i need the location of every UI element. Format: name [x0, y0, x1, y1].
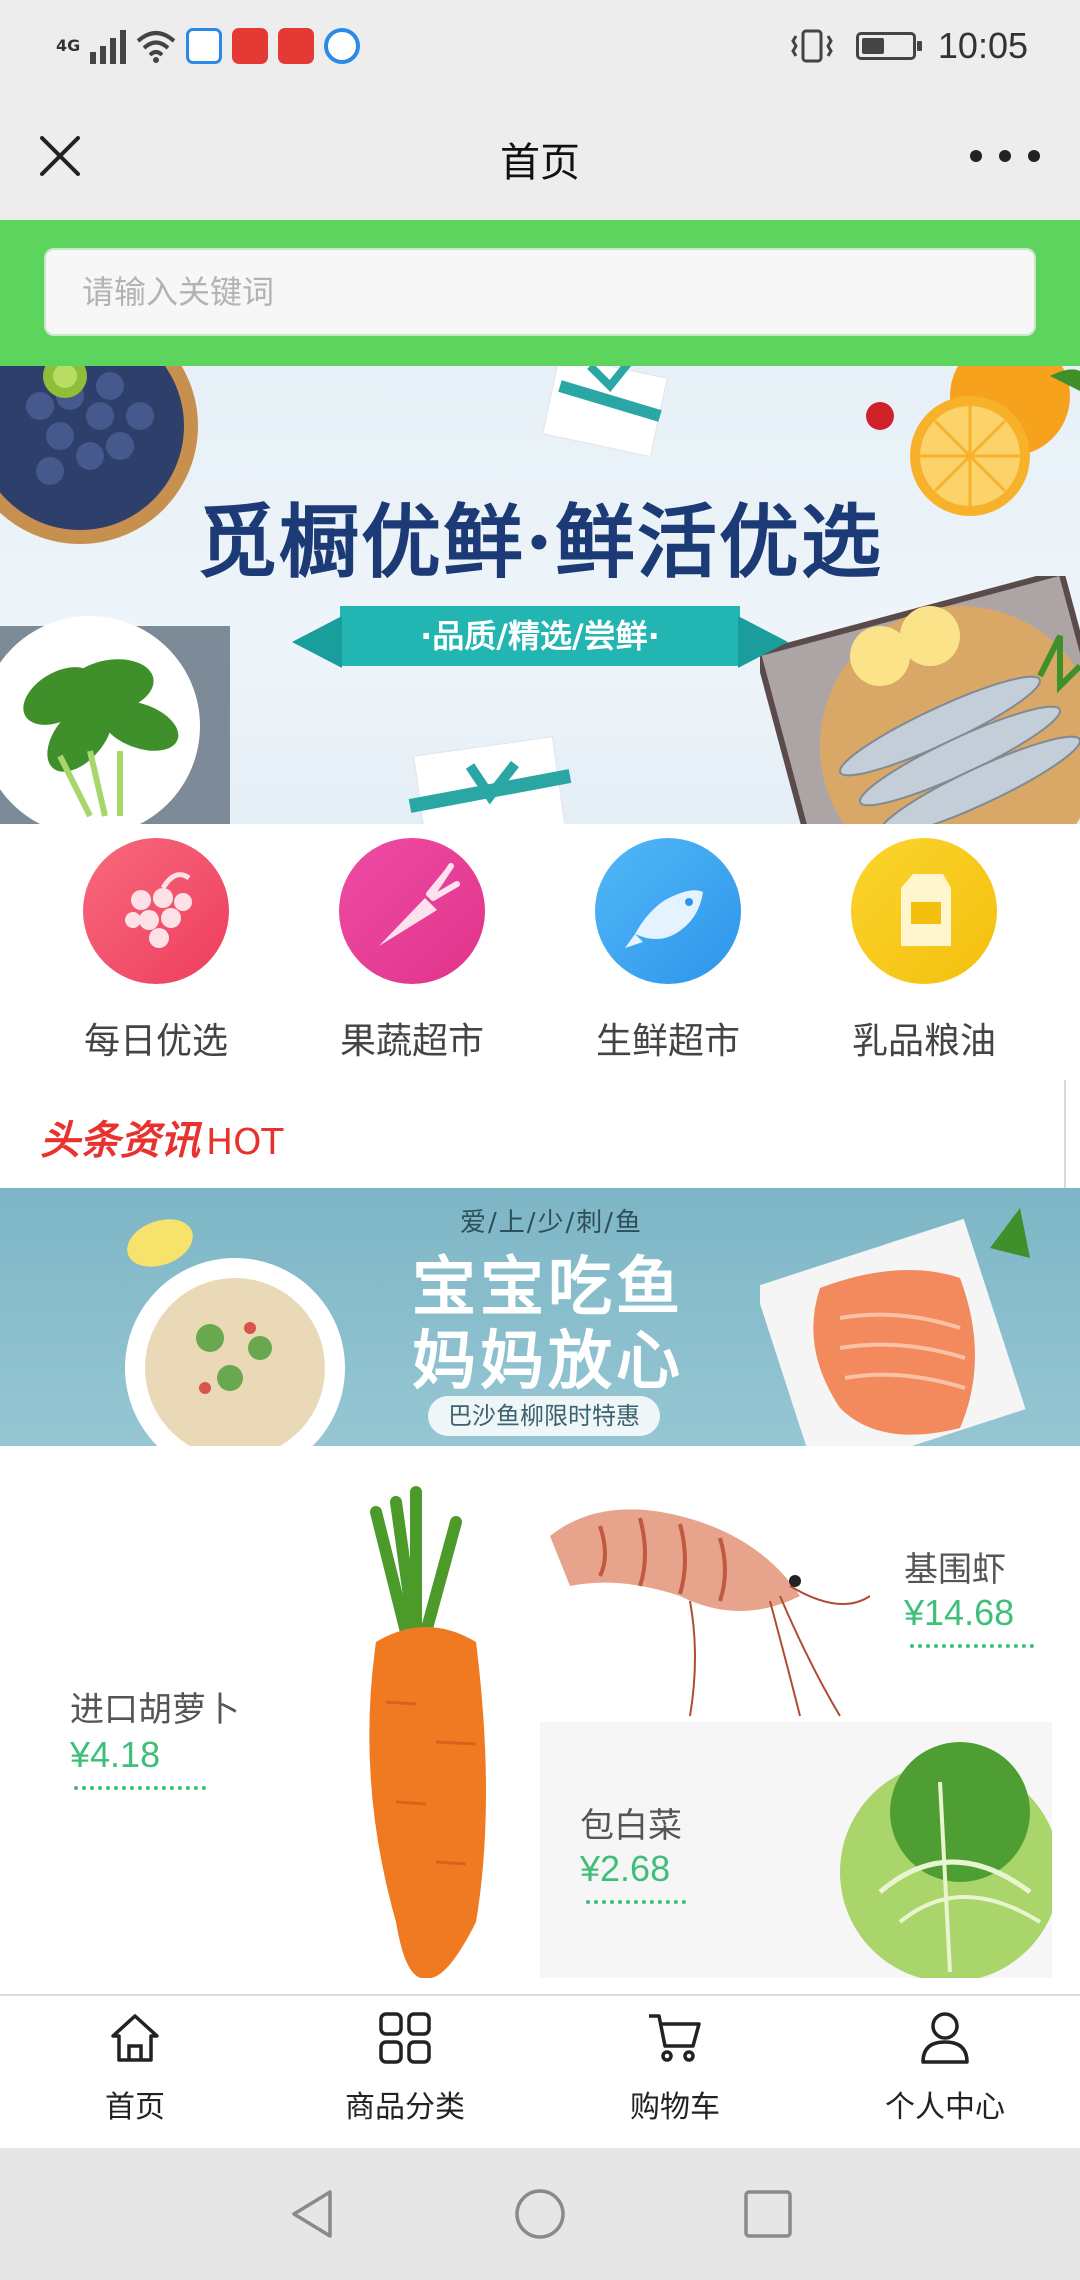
- gift-box-image: [542, 366, 668, 456]
- salmon-fillet-image: [760, 1208, 1030, 1446]
- headline-divider: [1064, 1080, 1066, 1188]
- product-name: 包白菜: [580, 1806, 682, 1846]
- tab-label: 首页: [105, 2090, 165, 2125]
- product-name: 进口胡萝卜: [70, 1690, 240, 1730]
- home-icon: [111, 2014, 159, 2062]
- tab-profile[interactable]: 个人中心: [810, 2010, 1080, 2126]
- grapes-icon: [83, 838, 229, 984]
- category-item-produce[interactable]: 果蔬超市: [302, 838, 522, 1064]
- hero-ribbon: ·品质/精选/尝鲜·: [292, 606, 788, 668]
- hero-title: 觅橱优鲜·鲜活优选: [197, 495, 883, 589]
- product-name: 基围虾: [904, 1550, 1006, 1590]
- tab-label: 商品分类: [345, 2090, 465, 2125]
- tab-label: 个人中心: [885, 2090, 1005, 2125]
- page-title: 首页: [500, 140, 580, 186]
- shrimp-image: [550, 1509, 870, 1717]
- carrot-image: [369, 1486, 486, 1978]
- cabbage-image: [840, 1742, 1052, 1978]
- gift-box-image-2: [408, 736, 572, 824]
- milk-carton-icon: [851, 838, 997, 984]
- system-navigation-bar: [0, 2148, 1080, 2280]
- book-app-icon: [278, 28, 315, 64]
- search-band: 请输入关键词: [0, 220, 1080, 366]
- tab-home[interactable]: 首页: [0, 2010, 270, 2126]
- price-dots: [74, 1786, 206, 1792]
- clock: 10:05: [937, 25, 1028, 66]
- category-label: 乳品粮油: [851, 1021, 996, 1062]
- battery-icon: [855, 32, 922, 60]
- vibrate-icon: [791, 29, 833, 63]
- product-card-carrot[interactable]: 进口胡萝卜 ¥4.18: [26, 1482, 538, 1978]
- battery-level: [861, 38, 884, 54]
- browser-app-icon: [324, 28, 361, 64]
- bottom-tab-bar: 首页 商品分类 购物车 个人中心: [0, 1994, 1080, 2148]
- spinach-plate-image: [0, 616, 230, 824]
- price-dots: [910, 1644, 1034, 1650]
- status-left: 4G: [56, 22, 361, 70]
- fish-promo-banner[interactable]: 爱/上/少/刺/鱼 宝宝吃鱼 妈妈放心 巴沙鱼柳限时特惠: [0, 1188, 1080, 1446]
- headline-logo: 头条资讯 HOT: [40, 1108, 283, 1166]
- fish-banner-tag: 巴沙鱼柳限时特惠: [428, 1396, 660, 1436]
- nav-bar: 首页: [0, 92, 1080, 220]
- category-label: 果蔬超市: [339, 1021, 484, 1062]
- hero-banner[interactable]: 觅橱优鲜·鲜活优选 ·品质/精选/尝鲜·: [0, 366, 1080, 824]
- category-label: 生鲜超市: [595, 1021, 740, 1062]
- fish-platter-image: [760, 576, 1080, 824]
- product-showcase: 进口胡萝卜 ¥4.18 基围虾 ¥14.68 包白菜 ¥2.68: [0, 1446, 1080, 1994]
- network-type: 4G: [56, 36, 81, 55]
- status-bar: 4G 10:05: [0, 0, 1080, 92]
- product-price: ¥4.18: [70, 1734, 161, 1775]
- wifi-icon: [136, 31, 176, 63]
- chat-app-icon: [186, 28, 223, 64]
- headline-section[interactable]: 头条资讯 HOT: [0, 1080, 1080, 1188]
- more-options-icon[interactable]: [970, 136, 1040, 176]
- home-circle-icon[interactable]: [512, 2186, 568, 2242]
- category-label: 每日优选: [83, 1021, 228, 1062]
- price-dots: [586, 1900, 686, 1906]
- fish-banner-line2: 妈妈放心: [412, 1325, 684, 1399]
- product-card-shrimp[interactable]: 基围虾 ¥14.68: [540, 1476, 1052, 1720]
- category-item-seafood[interactable]: 生鲜超市: [558, 838, 778, 1064]
- tab-label: 购物车: [630, 2090, 720, 2125]
- grid-icon: [379, 2012, 431, 2064]
- huawei-app-icon: [232, 28, 269, 64]
- hot-badge: HOT: [206, 1122, 284, 1163]
- headline-title: 头条资讯: [40, 1118, 200, 1164]
- category-item-daily[interactable]: 每日优选: [46, 838, 266, 1064]
- carrot-icon: [339, 838, 485, 984]
- search-input[interactable]: 请输入关键词: [44, 248, 1036, 336]
- fish-banner-subtitle: 爱/上/少/刺/鱼: [460, 1208, 644, 1238]
- tab-categories[interactable]: 商品分类: [270, 2010, 540, 2126]
- category-item-dairy[interactable]: 乳品粮油: [814, 838, 1034, 1064]
- status-right: 10:05: [790, 22, 1028, 70]
- product-price: ¥14.68: [904, 1592, 1015, 1633]
- product-price: ¥2.68: [580, 1848, 671, 1889]
- category-grid: 每日优选 果蔬超市 生鲜超市 乳品粮油: [0, 824, 1080, 1080]
- user-icon: [921, 2012, 969, 2064]
- fish-icon: [595, 838, 741, 984]
- product-card-cabbage[interactable]: 包白菜 ¥2.68: [540, 1722, 1052, 1978]
- back-icon[interactable]: [286, 2186, 342, 2242]
- tab-cart[interactable]: 购物车: [540, 2010, 810, 2126]
- recents-icon[interactable]: [740, 2186, 796, 2242]
- cart-icon: [649, 2014, 701, 2062]
- lemon-image: [127, 1219, 193, 1267]
- signal-icon: [90, 28, 127, 64]
